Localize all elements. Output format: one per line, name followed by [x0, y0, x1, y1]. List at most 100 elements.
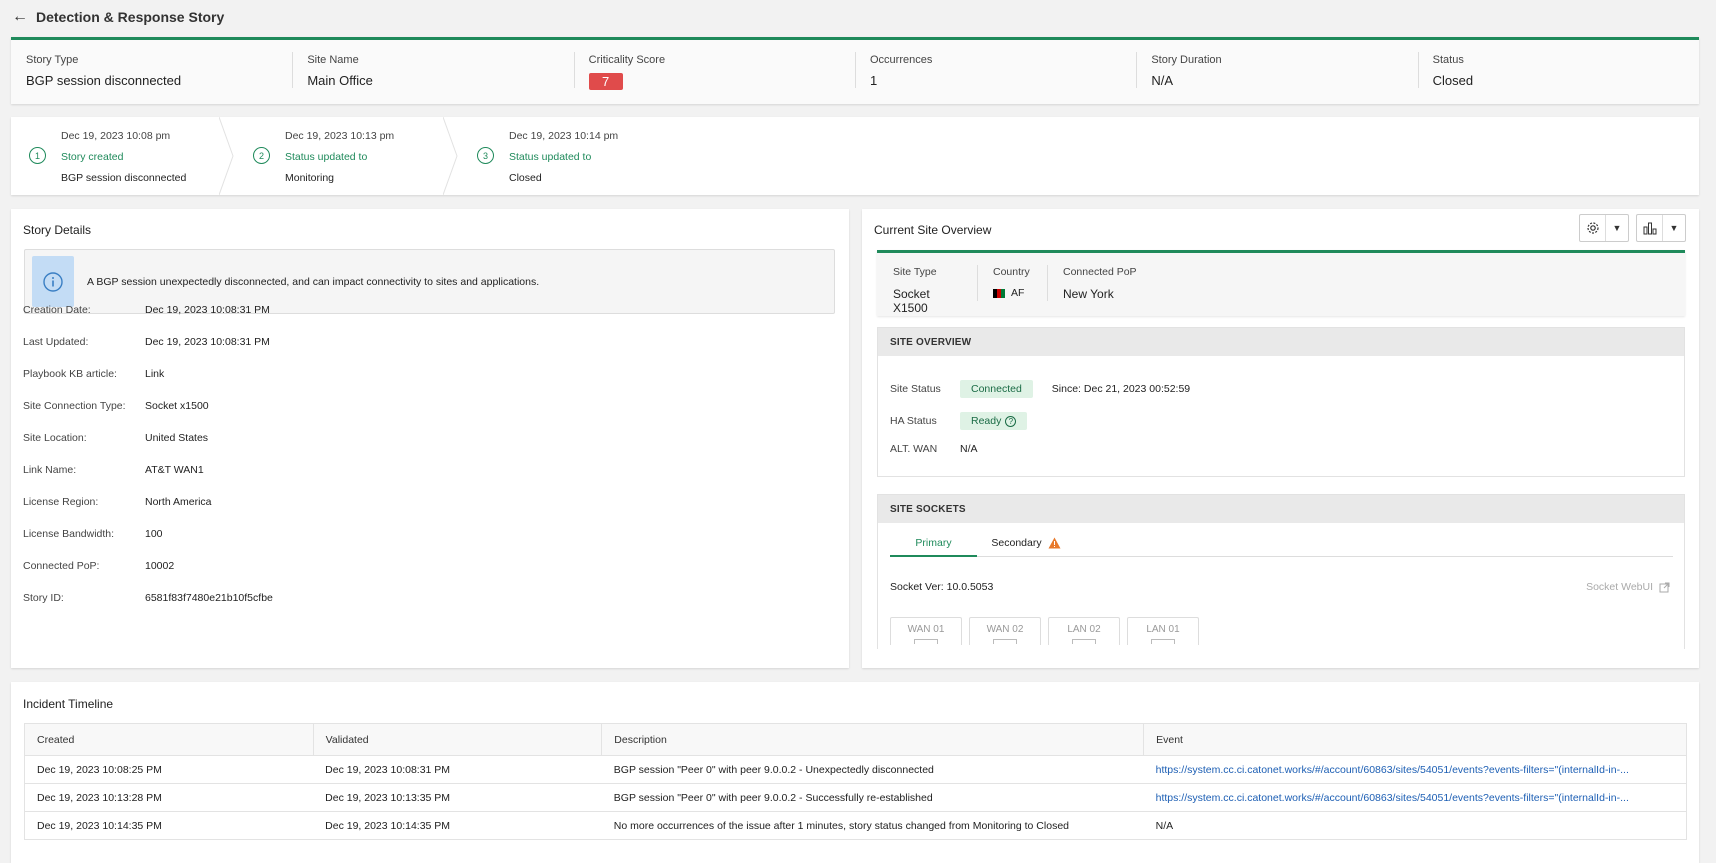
detail-row: License Bandwidth: 100	[23, 528, 163, 540]
detail-row: Connected PoP: 10002	[23, 560, 174, 572]
detail-value: 100	[145, 528, 163, 540]
validated-cell: Dec 19, 2023 10:13:35 PM	[313, 783, 602, 812]
detail-row: Playbook KB article: Link	[23, 368, 164, 380]
site-status-badge: Connected	[960, 380, 1033, 398]
status-cell: Status Closed	[1417, 40, 1699, 104]
port-label: WAN 02	[986, 624, 1024, 635]
detail-key: License Region:	[23, 496, 99, 508]
incident-table: Created Validated Description Event Dec …	[24, 723, 1687, 840]
story-details-panel: Story Details A BGP session unexpectedly…	[11, 209, 849, 668]
step-date: Dec 19, 2023 10:14 pm	[509, 130, 619, 142]
site-overview-section: SITE OVERVIEW Site Status Connected Sinc…	[877, 327, 1685, 477]
created-cell: Dec 19, 2023 10:08:25 PM	[24, 755, 314, 784]
site-type-cell: Site Type Socket X1500	[877, 253, 977, 316]
site-sockets-section: SITE SOCKETS Primary Secondary Socket Ve…	[877, 494, 1685, 649]
column-header[interactable]: Validated	[312, 723, 603, 756]
settings-dropdown-button[interactable]: ▼	[1579, 214, 1629, 242]
detail-key: Connected PoP:	[23, 560, 100, 572]
detail-key: Playbook KB article:	[23, 368, 117, 380]
detail-key: License Bandwidth:	[23, 528, 115, 540]
playbook-link[interactable]: Link	[145, 368, 164, 380]
step-action: Status updated to	[509, 151, 592, 163]
detail-key: Link Name:	[23, 464, 77, 476]
external-link-icon	[1659, 582, 1670, 592]
site-overview-title: Current Site Overview	[874, 223, 992, 237]
port-lan01[interactable]: LAN 01	[1127, 617, 1199, 645]
detail-key: Story ID:	[23, 592, 64, 604]
story-details-title: Story Details	[23, 223, 92, 237]
duration-value: N/A	[1151, 73, 1173, 88]
port-icon	[993, 639, 1017, 644]
flag-icon	[993, 288, 1005, 298]
ha-status-value: Ready	[971, 415, 1002, 427]
site-sockets-header: SITE SOCKETS	[878, 495, 1684, 523]
occurrences-value: 1	[869, 73, 878, 88]
socket-webui-label: Socket WebUI	[1586, 581, 1653, 593]
port-wan01[interactable]: WAN 01	[890, 617, 962, 645]
country-label: Country	[993, 266, 1030, 278]
site-type-label: Site Type	[893, 266, 937, 278]
detail-value: AT&T WAN1	[145, 464, 204, 476]
step-detail: BGP session disconnected	[61, 172, 187, 184]
pop-cell: Connected PoP New York	[1047, 253, 1153, 316]
ha-status-badge: Ready?	[960, 412, 1028, 430]
socket-tabs: Primary Secondary	[890, 537, 1673, 557]
socket-ports: WAN 01 WAN 02 LAN 02 LAN 01	[890, 617, 1199, 645]
port-icon	[1151, 639, 1175, 644]
validated-cell: Dec 19, 2023 10:08:31 PM	[313, 755, 602, 784]
country-cell: Country AF	[977, 253, 1047, 316]
help-icon[interactable]: ?	[1005, 415, 1017, 427]
socket-version: Socket Ver: 10.0.5053	[890, 581, 994, 593]
detail-value: United States	[145, 432, 209, 444]
port-label: WAN 01	[907, 624, 945, 635]
page-title: Detection & Response Story	[36, 9, 225, 25]
timeline-step: 2 Dec 19, 2023 10:13 pm Status updated t…	[235, 117, 459, 195]
top-bar: ← Detection & Response Story	[0, 0, 1716, 34]
detail-value: North America	[145, 496, 212, 508]
port-wan02[interactable]: WAN 02	[969, 617, 1041, 645]
event-link[interactable]: https://system.cc.ci.catonet.works/#/acc…	[1143, 755, 1687, 784]
port-lan02[interactable]: LAN 02	[1048, 617, 1120, 645]
back-arrow-icon[interactable]: ←	[12, 9, 28, 25]
pop-label: Connected PoP	[1063, 266, 1137, 278]
event-cell: N/A	[1143, 811, 1687, 840]
country-value: AF	[993, 287, 1031, 299]
chevron-down-icon[interactable]: ▼	[1663, 223, 1685, 233]
story-summary: Story Type BGP session disconnected Site…	[11, 37, 1699, 104]
info-icon	[32, 256, 74, 307]
bar-chart-icon[interactable]	[1637, 215, 1663, 241]
description-cell: No more occurrences of the issue after 1…	[601, 811, 1144, 840]
column-header[interactable]: Event	[1143, 723, 1687, 756]
detail-value: Socket x1500	[145, 400, 209, 412]
detail-row: Story ID: 6581f83f7480e21b10f5cfbe	[23, 592, 273, 604]
detail-key: Site Connection Type:	[23, 400, 126, 412]
step-detail: Monitoring	[285, 172, 335, 184]
site-overview-header: SITE OVERVIEW	[878, 328, 1684, 356]
step-action: Status updated to	[285, 151, 368, 163]
event-link[interactable]: https://system.cc.ci.catonet.works/#/acc…	[1143, 783, 1687, 812]
status-since: Since: Dec 21, 2023 00:52:59	[1051, 383, 1191, 395]
detail-row: Last Updated: Dec 19, 2023 10:08:31 PM	[23, 336, 270, 348]
column-header[interactable]: Created	[24, 723, 314, 756]
chevron-down-icon[interactable]: ▼	[1606, 223, 1628, 233]
occurrences-cell: Occurrences 1	[854, 40, 1136, 104]
step-date: Dec 19, 2023 10:08 pm	[61, 130, 171, 142]
site-type-value: Socket X1500	[893, 287, 930, 315]
incident-timeline-panel: Incident Timeline Created Validated Desc…	[11, 682, 1699, 863]
alt-wan-label: ALT. WAN	[890, 443, 938, 455]
step-action: Story created	[61, 151, 124, 163]
column-header[interactable]: Description	[601, 723, 1145, 756]
chart-dropdown-button[interactable]: ▼	[1636, 214, 1686, 242]
socket-webui-link[interactable]: Socket WebUI	[1586, 581, 1670, 593]
warning-icon	[1048, 537, 1061, 549]
tab-secondary[interactable]: Secondary	[986, 537, 1066, 557]
gear-icon[interactable]	[1580, 215, 1606, 241]
story-type-cell: Story Type BGP session disconnected	[11, 40, 292, 104]
criticality-label: Criticality Score	[588, 54, 666, 66]
detail-row: License Region: North America	[23, 496, 212, 508]
tab-primary[interactable]: Primary	[890, 537, 977, 557]
incident-timeline-title: Incident Timeline	[23, 697, 114, 711]
ha-status-row: HA Status Ready?	[890, 412, 1028, 430]
country-code: AF	[1011, 287, 1025, 299]
chevron-divider-icon	[443, 117, 458, 195]
